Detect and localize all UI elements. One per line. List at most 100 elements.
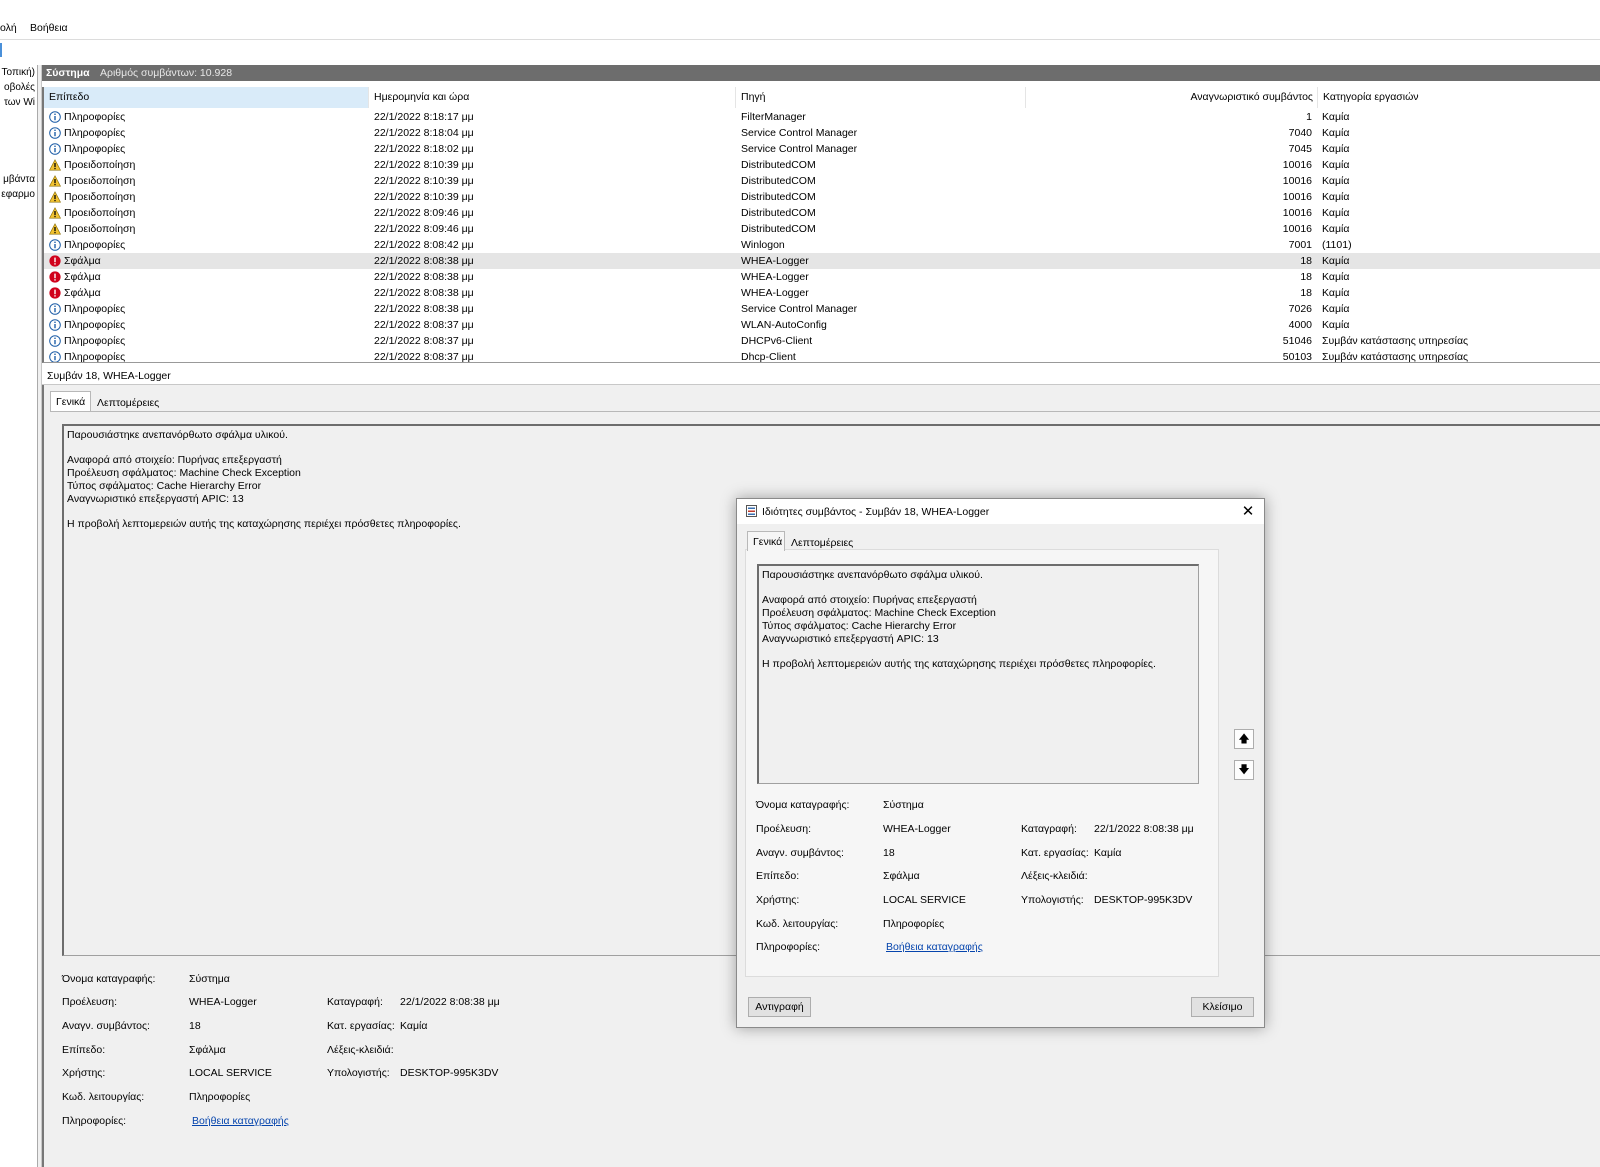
task-category-label: Κατ. εργασίας: [1021,847,1089,859]
column-header-category[interactable]: Κατηγορία εργασιών [1318,87,1600,108]
table-row[interactable]: Προειδοποίηση 22/1/2022 8:10:39 μμ Distrib… [44,157,1600,173]
row-date: 22/1/2022 8:08:37 μμ [374,335,474,347]
row-date: 22/1/2022 8:08:42 μμ [374,239,474,251]
tree-item[interactable]: Τοπική) [2,67,35,78]
row-category: Καμία [1322,127,1350,139]
tab-general[interactable]: Γενικά [50,391,91,411]
row-source: DHCPv6-Client [741,335,813,347]
logged-label: Καταγραφή: [327,996,383,1008]
level-value: Σφάλμα [883,870,920,882]
table-row[interactable]: Πληροφορίες 22/1/2022 8:08:37 μμ WLAN-Auto… [44,317,1600,333]
dialog-general-panel: Παρουσιάστηκε ανεπανόρθωτο σφάλμα υλικού… [745,549,1219,977]
table-row[interactable]: Πληροφορίες 22/1/2022 8:18:17 μμ FilterMan… [44,109,1600,125]
menu-view[interactable]: ολή [0,22,17,34]
row-level: Προειδοποίηση [64,175,136,187]
dialog-titlebar[interactable]: Ιδιότητες συμβάντος - Συμβάν 18, WHEA-Lo… [737,499,1264,524]
copy-button[interactable]: Αντιγραφή [748,997,811,1017]
close-icon[interactable]: ✕ [1232,499,1264,524]
info-icon [49,143,61,155]
column-header-event-id[interactable]: Αναγνωριστικό συμβάντος [1026,87,1318,108]
table-row[interactable]: Πληροφορίες 22/1/2022 8:18:02 μμ Service C… [44,141,1600,157]
row-category: Καμία [1322,207,1350,219]
table-row[interactable]: Προειδοποίηση 22/1/2022 8:09:46 μμ Distrib… [44,221,1600,237]
source-label: Προέλευση: [756,823,811,835]
close-button[interactable]: Κλείσιμο [1191,997,1254,1017]
table-row[interactable]: Πληροφορίες 22/1/2022 8:18:04 μμ Service C… [44,125,1600,141]
tree-item[interactable]: οβολές [4,82,35,93]
row-date: 22/1/2022 8:08:37 μμ [374,319,474,331]
column-header-level[interactable]: Επίπεδο [44,87,369,108]
info-icon [49,127,61,139]
table-row[interactable]: Προειδοποίηση 22/1/2022 8:09:46 μμ Distrib… [44,205,1600,221]
navigation-tree: Τοπική) οβολές των Wi μβάντα εφαρμο [0,65,38,1167]
row-date: 22/1/2022 8:08:38 μμ [374,271,474,283]
log-name-label: Όνομα καταγραφής: [62,973,156,985]
table-row[interactable]: Προειδοποίηση 22/1/2022 8:10:39 μμ Distrib… [44,189,1600,205]
row-event-id: 10016 [1282,191,1312,203]
row-category: Καμία [1322,175,1350,187]
tab-details[interactable]: Λεπτομέρειες [92,393,164,411]
row-source: WLAN-AutoConfig [741,319,827,331]
dialog-message-box[interactable]: Παρουσιάστηκε ανεπανόρθωτο σφάλμα υλικού… [757,564,1199,784]
row-category: Συμβάν κατάστασης υπηρεσίας [1322,335,1469,347]
level-label: Επίπεδο: [62,1044,106,1056]
table-row[interactable]: Σφάλμα 22/1/2022 8:08:38 μμ WHEA-Logger 18 Κ… [44,285,1600,301]
event-log-help-link[interactable]: Βοήθεια καταγραφής [192,1115,289,1127]
user-value: LOCAL SERVICE [189,1067,272,1079]
opcode-label: Κωδ. λειτουργίας: [62,1091,145,1103]
message-line: Παρουσιάστηκε ανεπανόρθωτο σφάλμα υλικού… [762,569,983,581]
table-row[interactable]: Σφάλμα 22/1/2022 8:08:38 μμ WHEA-Logger 18 Κ… [44,269,1600,285]
row-level: Πληροφορίες [64,111,126,123]
next-event-down-arrow-icon[interactable]: 🡇 [1234,760,1254,780]
user-label: Χρήστης: [756,894,800,906]
info-icon [49,111,61,123]
column-header-source[interactable]: Πηγή [736,87,1026,108]
row-event-id: 10016 [1282,223,1312,235]
event-log-help-link[interactable]: Βοήθεια καταγραφής [886,941,983,953]
tree-item[interactable]: εφαρμο [1,189,35,200]
table-row[interactable]: Πληροφορίες 22/1/2022 8:08:42 μμ Winlogon 7… [44,237,1600,253]
message-line: Τύπος σφάλματος: Cache Hierarchy Error [762,619,957,632]
warning-icon [49,223,61,235]
row-category: Καμία [1322,223,1350,235]
row-category: Καμία [1322,191,1350,203]
table-row[interactable]: Προειδοποίηση 22/1/2022 8:10:39 μμ Distrib… [44,173,1600,189]
row-event-id: 4000 [1288,319,1312,331]
tree-item[interactable]: μβάντα [3,174,35,185]
row-source: FilterManager [741,111,806,123]
row-date: 22/1/2022 8:08:38 μμ [374,255,474,267]
warning-icon [49,159,61,171]
message-line: Προέλευση σφάλματος: Machine Check Excep… [762,607,996,620]
row-source: WHEA-Logger [741,287,809,299]
warning-icon [49,207,61,219]
warning-icon [49,191,61,203]
row-category: Καμία [1322,159,1350,171]
row-date: 22/1/2022 8:18:02 μμ [374,143,474,155]
table-row[interactable]: Πληροφορίες 22/1/2022 8:08:38 μμ Service C… [44,301,1600,317]
column-header-date[interactable]: Ημερομηνία και ώρα [369,87,736,108]
row-level: Προειδοποίηση [64,191,136,203]
row-event-id: 7040 [1288,127,1312,139]
menu-help[interactable]: Βοήθεια [30,22,68,34]
row-date: 22/1/2022 8:09:46 μμ [374,223,474,235]
previous-event-up-arrow-icon[interactable]: 🡅 [1234,729,1254,749]
table-row[interactable]: Πληροφορίες 22/1/2022 8:08:37 μμ Dhcp-Clie… [44,349,1600,362]
row-source: WHEA-Logger [741,271,809,283]
table-row[interactable]: Πληροφορίες 22/1/2022 8:08:37 μμ DHCPv6-Cl… [44,333,1600,349]
computer-value: DESKTOP-995K3DV [400,1067,499,1079]
row-source: Winlogon [741,239,785,251]
dialog-tab-general[interactable]: Γενικά [747,531,785,551]
row-event-id: 7026 [1288,303,1312,315]
row-event-id: 18 [1300,287,1312,299]
tree-item[interactable]: των Wi [4,97,35,108]
row-source: DistributedCOM [741,223,816,235]
row-date: 22/1/2022 8:10:39 μμ [374,175,474,187]
logged-value: 22/1/2022 8:08:38 μμ [1094,823,1194,835]
table-row[interactable]: Σφάλμα 22/1/2022 8:08:38 μμ WHEA-Logger 18 Κ… [44,253,1600,269]
error-icon [49,287,61,299]
message-line: Αναφορά από στοιχείο: Πυρήνας επεξεργαστ… [67,454,282,467]
log-name-value: Σύστημα [883,799,924,811]
menubar: ολή Βοήθεια [0,17,1600,39]
keywords-label: Λέξεις-κλειδιά: [327,1044,394,1056]
row-level: Πληροφορίες [64,239,126,251]
